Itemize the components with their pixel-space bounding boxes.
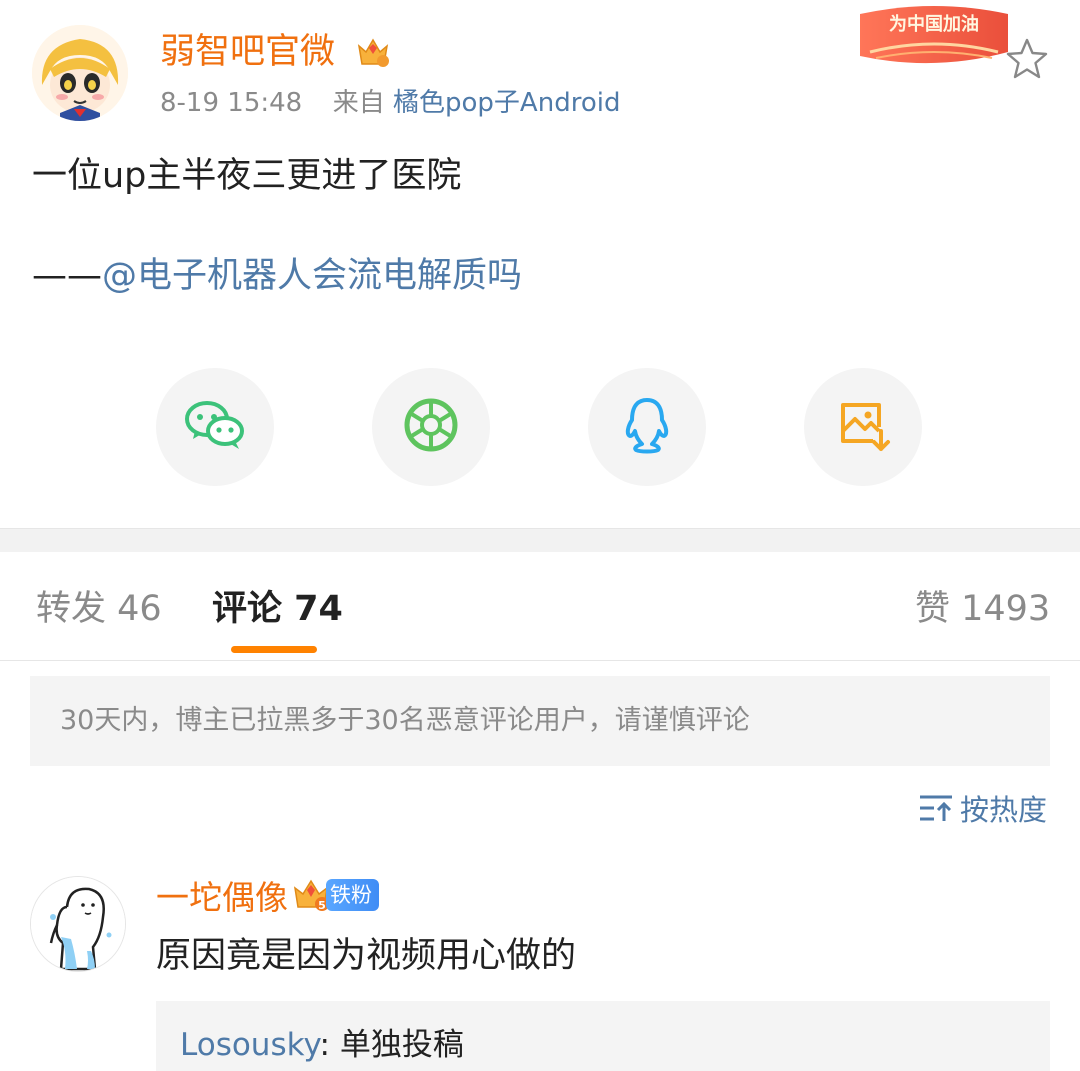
comment-reply-preview[interactable]: Losousky: 单独投稿 bbox=[156, 1001, 1050, 1071]
save-image-icon bbox=[835, 397, 891, 457]
post-source-link[interactable]: 橘色pop子Android bbox=[393, 88, 620, 118]
wechat-icon bbox=[183, 397, 247, 457]
post-time: 8-19 15:48 bbox=[160, 88, 303, 118]
favorite-star-icon[interactable] bbox=[1004, 36, 1050, 82]
sort-label: 按热度 bbox=[960, 793, 1048, 827]
post-meta: 8-19 15:48 来自 橘色pop子Android bbox=[160, 86, 620, 120]
vip-level-crown-icon: 5 bbox=[292, 876, 330, 914]
tab-repost[interactable]: 转发 46 bbox=[36, 586, 162, 632]
comment-notice: 30天内，博主已拉黑多于30名恶意评论用户，请谨慎评论 bbox=[30, 676, 1050, 766]
tab-comment[interactable]: 评论 74 bbox=[212, 586, 343, 632]
post-author-name[interactable]: 弱智吧官微 bbox=[160, 30, 335, 74]
post-author-avatar[interactable] bbox=[32, 25, 128, 121]
save-image-button[interactable] bbox=[804, 368, 922, 486]
comment-user-avatar[interactable] bbox=[30, 876, 126, 972]
active-tab-indicator bbox=[231, 646, 317, 653]
share-qq-button[interactable] bbox=[588, 368, 706, 486]
post-credit: ——@电子机器人会流电解质吗 bbox=[32, 252, 522, 300]
comment-text: 原因竟是因为视频用心做的 bbox=[156, 936, 577, 976]
promo-badge[interactable]: 为中国加油 bbox=[856, 2, 1012, 74]
share-wechat-button[interactable] bbox=[156, 368, 274, 486]
reply-text: 单独投稿 bbox=[339, 1027, 464, 1063]
iron-fan-badge: 铁粉 bbox=[326, 879, 379, 911]
tabs-divider bbox=[0, 660, 1080, 661]
share-moments-button[interactable] bbox=[372, 368, 490, 486]
qq-icon bbox=[622, 396, 672, 458]
reply-user-name[interactable]: Losousky bbox=[180, 1027, 320, 1063]
credit-prefix: —— bbox=[32, 256, 102, 296]
moments-icon bbox=[403, 397, 459, 457]
reply-separator: : bbox=[319, 1027, 340, 1063]
promo-badge-text: 为中国加油 bbox=[889, 13, 979, 35]
post-text: 一位up主半夜三更进了医院 bbox=[32, 156, 462, 196]
vip-level-number: 5 bbox=[318, 899, 326, 912]
comment-user-name[interactable]: 一坨偶像 bbox=[156, 876, 288, 920]
tab-like[interactable]: 赞 1493 bbox=[915, 586, 1050, 632]
vip-crown-icon bbox=[355, 34, 391, 70]
sort-icon bbox=[920, 795, 952, 821]
credit-mention-link[interactable]: @电子机器人会流电解质吗 bbox=[102, 256, 522, 296]
sort-button[interactable]: 按热度 bbox=[918, 786, 1047, 830]
post-source-prefix: 来自 bbox=[332, 88, 385, 118]
section-divider bbox=[0, 528, 1080, 552]
